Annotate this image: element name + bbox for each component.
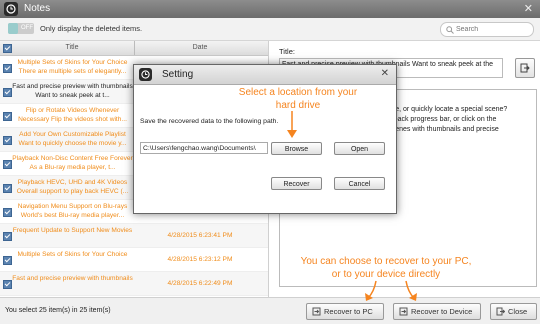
location-hint-annotation: Select a location from your hard drive [238, 87, 358, 111]
row-date: 4/28/2015 6:23:12 PM [167, 256, 233, 263]
row-date: 4/28/2015 6:23:41 PM [167, 232, 233, 239]
recover-to-device-label: Recover to Device [411, 307, 473, 316]
row-title: Multiple Sets of Skins for Your Choice [17, 251, 128, 258]
column-header-date[interactable]: Date [135, 44, 265, 51]
recover-hint-annotation: You can choose to recover to your PC, or… [300, 256, 472, 280]
row-title: Fast and precise preview with thumbnails [12, 275, 133, 282]
title-label: Title: [279, 47, 295, 56]
row-title: Navigation Menu Support on Blu-rays Worl… [17, 203, 128, 219]
path-input[interactable]: C:\Users\fengchao.wang\Documents\ [140, 142, 268, 154]
path-label: Save the recovered data to the following… [140, 118, 279, 125]
open-button[interactable]: Open [334, 142, 385, 155]
app-title: Notes [24, 3, 51, 14]
row-title: Playback Non-Disc Content Free Forever A… [12, 155, 133, 171]
list-header: Title Date [0, 41, 268, 56]
search-icon [446, 26, 454, 34]
recover-device-icon [399, 307, 408, 316]
list-item[interactable]: Multiple Sets of Skins for Your Choice 4/… [0, 248, 268, 272]
row-title: Flip or Rotate Videos Whenever Necessary… [18, 107, 127, 123]
row-checkbox[interactable] [3, 136, 12, 145]
app-logo-icon [4, 2, 18, 16]
content-text: nails s movie, or quickly locate a speci… [375, 96, 508, 133]
toggle-state-label: OFF [21, 25, 33, 31]
exit-icon [496, 307, 505, 316]
list-item[interactable]: Fast and precise preview with thumbnails… [0, 272, 268, 296]
row-checkbox[interactable] [3, 280, 12, 289]
row-checkbox[interactable] [3, 208, 12, 217]
list-item[interactable]: Frequent Update to Support New Movies 4/2… [0, 224, 268, 248]
search-input[interactable] [456, 24, 528, 34]
window-titlebar: Notes ✕ [0, 0, 540, 18]
cancel-button[interactable]: Cancel [334, 177, 385, 190]
row-checkbox[interactable] [3, 64, 12, 73]
deleted-only-toggle[interactable]: OFF [8, 23, 34, 34]
toggle-knob [8, 23, 18, 34]
dialog-close-icon[interactable]: ✕ [381, 68, 389, 79]
row-title: Fast and precise preview with thumbnails… [12, 83, 133, 99]
row-title: Multiple Sets of Skins for Your Choice T… [17, 59, 128, 75]
status-bar: You select 25 item(s) in 25 item(s) Reco… [0, 297, 540, 324]
dialog-title: Setting [162, 69, 194, 80]
row-title: Frequent Update to Support New Movies [12, 227, 133, 234]
browse-button[interactable]: Browse [271, 142, 322, 155]
location-hint-arrow [287, 111, 297, 138]
row-date: 4/28/2015 6:22:49 PM [167, 280, 233, 287]
recover-to-device-button[interactable]: Recover to Device [393, 303, 481, 320]
recover-device-arrow [405, 280, 417, 301]
dialog-titlebar: Setting ✕ [134, 65, 396, 85]
row-checkbox[interactable] [3, 160, 12, 169]
close-label: Close [508, 307, 528, 316]
recover-pc-icon [312, 307, 321, 316]
row-title: Add Your Own Customizable Playlist Want … [18, 131, 127, 147]
row-title: Playback HEVC, UHD and 4K Videos Overall… [16, 179, 129, 195]
recover-button[interactable]: Recover [271, 177, 322, 190]
row-checkbox[interactable] [3, 184, 12, 193]
export-button[interactable] [515, 58, 535, 78]
row-checkbox[interactable] [3, 256, 12, 265]
close-button[interactable]: Close [490, 303, 537, 320]
recover-pc-arrow [365, 280, 377, 301]
column-header-title[interactable]: Title [10, 44, 134, 51]
window-close-icon[interactable]: ✕ [524, 2, 533, 15]
row-checkbox[interactable] [3, 88, 12, 97]
recover-to-pc-button[interactable]: Recover to PC [306, 303, 384, 320]
row-checkbox[interactable] [3, 112, 12, 121]
export-icon [520, 63, 530, 73]
toolbar: OFF Only display the deleted items. [0, 18, 540, 41]
deleted-only-label: Only display the deleted items. [40, 24, 143, 33]
selection-status: You select 25 item(s) in 25 item(s) [5, 307, 111, 314]
dialog-app-icon [139, 68, 152, 81]
row-checkbox[interactable] [3, 232, 12, 241]
recover-to-pc-label: Recover to PC [324, 307, 373, 316]
search-box [440, 22, 534, 37]
